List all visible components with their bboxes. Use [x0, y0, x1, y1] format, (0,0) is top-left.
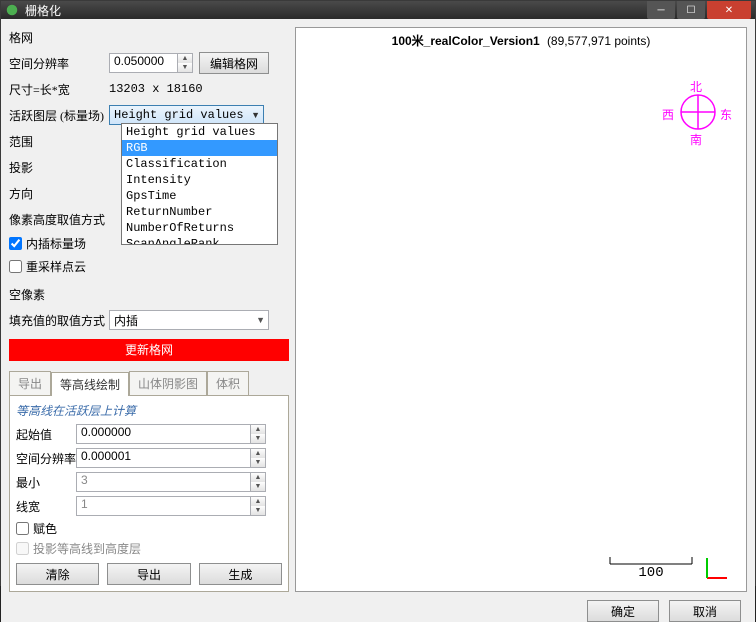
chevron-down-icon: ▼ — [256, 315, 265, 325]
scale-bar: 100 — [608, 555, 694, 581]
active-layer-dropdown[interactable]: Height grid values RGB Classification In… — [121, 123, 278, 245]
color-checkbox[interactable]: 赋色 — [16, 520, 282, 537]
contour-note: 等高线在活跃层上计算 — [16, 402, 282, 419]
width-label: 线宽 — [16, 498, 76, 515]
compass-icon — [678, 92, 718, 132]
tab-shade[interactable]: 山体阴影图 — [129, 371, 207, 395]
dropdown-option[interactable]: ReturnNumber — [122, 204, 277, 220]
minimize-button[interactable]: ─ — [647, 1, 675, 19]
resample-checkbox[interactable]: 重采样点云 — [9, 258, 289, 275]
export-button[interactable]: 导出 — [107, 563, 190, 585]
window-title: 栅格化 — [25, 2, 645, 19]
spin-up-icon[interactable]: ▲ — [178, 54, 192, 63]
spin-down-icon[interactable]: ▼ — [251, 506, 265, 515]
size-value: 13203 x 18160 — [109, 82, 203, 96]
compass-east: 东 — [720, 106, 732, 123]
tab-bar: 导出 等高线绘制 山体阴影图 体积 — [9, 371, 289, 396]
spin-down-icon[interactable]: ▼ — [251, 458, 265, 467]
fill-combo[interactable]: 内插 ▼ — [109, 310, 269, 330]
tab-contour[interactable]: 等高线绘制 — [51, 372, 129, 396]
dropdown-option[interactable]: Intensity — [122, 172, 277, 188]
size-label: 尺寸=长*宽 — [9, 81, 109, 98]
spin-down-icon[interactable]: ▼ — [178, 63, 192, 72]
project-contour-checkbox[interactable]: 投影等高线到高度层 — [16, 540, 282, 557]
tab-volume[interactable]: 体积 — [207, 371, 249, 395]
client-area: 格网 空间分辨率 0.050000 ▲▼ 编辑格网 尺寸=长*宽 13203 x… — [1, 19, 755, 600]
update-grid-button[interactable]: 更新格网 — [9, 339, 289, 361]
spacing-label: 空间分辨率 — [9, 55, 109, 72]
active-layer-combo[interactable]: Height grid values ▼ — [109, 105, 264, 125]
maximize-button[interactable]: ☐ — [677, 1, 705, 19]
start-input[interactable]: 0.000000▲▼ — [76, 424, 266, 444]
spacing-input[interactable]: 0.050000 ▲▼ — [109, 53, 193, 73]
projection-label: 投影 — [9, 159, 109, 176]
dropdown-option[interactable]: RGB — [122, 140, 277, 156]
width-input[interactable]: 1▲▼ — [76, 496, 266, 516]
spin-up-icon[interactable]: ▲ — [251, 425, 265, 434]
dropdown-option[interactable]: GpsTime — [122, 188, 277, 204]
axes-icon — [704, 555, 730, 581]
app-window: 栅格化 ─ ☐ ✕ 格网 空间分辨率 0.050000 ▲▼ 编辑格网 尺寸=长… — [0, 0, 756, 586]
contour-pane: 等高线在活跃层上计算 起始值 0.000000▲▼ 空间分辨率 0.000001… — [9, 396, 289, 592]
active-layer-label: 活跃图层 (标量场) — [9, 107, 109, 124]
titlebar: 栅格化 ─ ☐ ✕ — [1, 1, 755, 19]
scale-area: 100 — [608, 555, 730, 581]
step-label: 空间分辨率 — [16, 450, 76, 467]
spin-down-icon[interactable]: ▼ — [251, 434, 265, 443]
clear-button[interactable]: 清除 — [16, 563, 99, 585]
preview-title: 100米_realColor_Version1 (89,577,971 poin… — [296, 32, 746, 49]
dropdown-option[interactable]: Classification — [122, 156, 277, 172]
chevron-down-icon: ▼ — [251, 110, 260, 120]
min-input[interactable]: 3▲▼ — [76, 472, 266, 492]
range-label: 范围 — [9, 133, 109, 150]
cancel-button[interactable]: 取消 — [669, 600, 741, 622]
preview-panel: 100米_realColor_Version1 (89,577,971 poin… — [295, 27, 747, 592]
app-icon — [5, 3, 19, 17]
dropdown-option[interactable]: NumberOfReturns — [122, 220, 277, 236]
compass-west: 西 — [662, 106, 674, 123]
pixel-height-label: 像素高度取值方式 — [9, 211, 109, 228]
empty-section-header: 空像素 — [9, 286, 289, 303]
spin-up-icon[interactable]: ▲ — [251, 473, 265, 482]
start-label: 起始值 — [16, 426, 76, 443]
dialog-buttons: 确定 取消 — [1, 600, 755, 622]
dropdown-option[interactable]: Height grid values — [122, 124, 277, 140]
close-button[interactable]: ✕ — [707, 1, 751, 19]
compass: 北 南 西 东 — [662, 78, 732, 148]
min-label: 最小 — [16, 474, 76, 491]
step-input[interactable]: 0.000001▲▼ — [76, 448, 266, 468]
spin-down-icon[interactable]: ▼ — [251, 482, 265, 491]
ok-button[interactable]: 确定 — [587, 600, 659, 622]
spin-up-icon[interactable]: ▲ — [251, 497, 265, 506]
tab-export[interactable]: 导出 — [9, 371, 51, 395]
spin-up-icon[interactable]: ▲ — [251, 449, 265, 458]
generate-button[interactable]: 生成 — [199, 563, 282, 585]
compass-south: 南 — [690, 131, 702, 148]
grid-section-header: 格网 — [9, 29, 289, 46]
direction-label: 方向 — [9, 185, 109, 202]
edit-grid-button[interactable]: 编辑格网 — [199, 52, 269, 74]
fill-label: 填充值的取值方式 — [9, 312, 109, 329]
dropdown-option[interactable]: ScanAngleRank — [122, 236, 277, 245]
left-panel: 格网 空间分辨率 0.050000 ▲▼ 编辑格网 尺寸=长*宽 13203 x… — [9, 27, 289, 592]
